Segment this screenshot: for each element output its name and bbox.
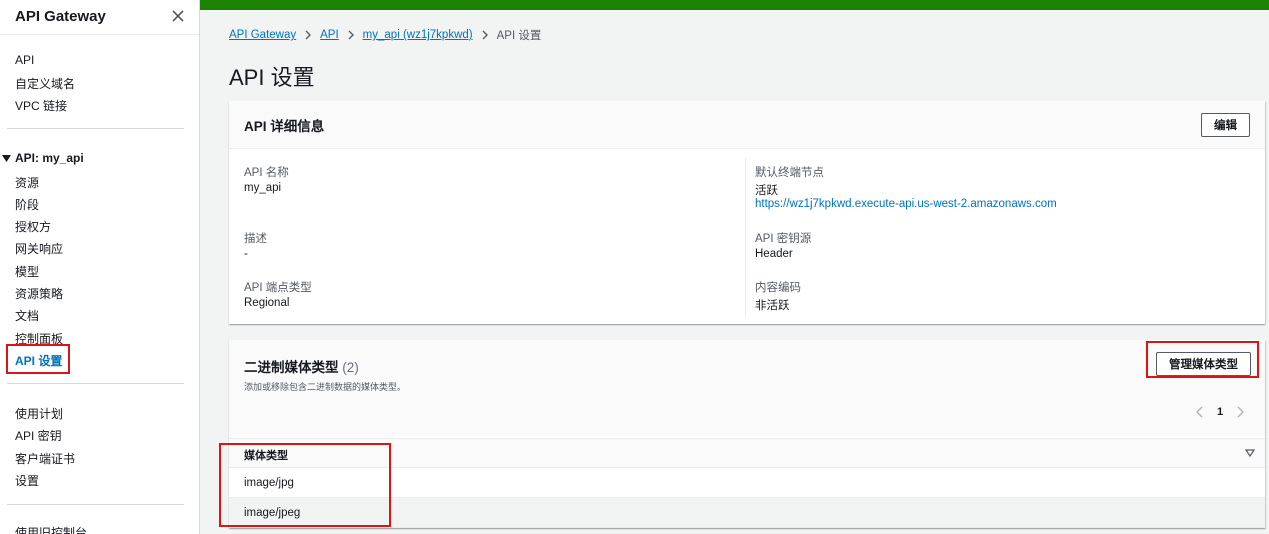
sidebar-item-resource-policy[interactable]: 资源策略	[15, 285, 63, 302]
api-details-header: API 详细信息 编辑	[229, 101, 1265, 149]
sidebar-item-legacy-console[interactable]: 使用旧控制台	[15, 524, 87, 534]
sidebar-item-authorizers[interactable]: 授权方	[15, 218, 51, 235]
page-number[interactable]: 1	[1217, 406, 1223, 418]
api-key-source-value: Header	[755, 248, 793, 260]
caret-down-icon	[2, 154, 11, 162]
api-name-label: API 名称	[244, 167, 289, 179]
breadcrumb: API Gateway API my_api (wz1j7kpkwd) API …	[229, 27, 541, 43]
chevron-right-icon	[348, 30, 354, 40]
binary-media-types-title: 二进制媒体类型 (2)	[244, 356, 359, 376]
default-endpoint-status: 活跃	[755, 185, 778, 197]
highlight-box-media-types	[219, 443, 391, 527]
endpoint-type-label: API 端点类型	[244, 282, 312, 294]
default-endpoint-url[interactable]: https://wz1j7kpkwd.execute-api.us-west-2…	[755, 198, 1057, 210]
breadcrumb-api-gateway[interactable]: API Gateway	[229, 29, 296, 41]
chevron-right-icon	[482, 30, 488, 40]
page-title: API 设置	[229, 65, 315, 90]
sidebar-item-resources[interactable]: 资源	[15, 174, 39, 191]
binary-media-types-title-text: 二进制媒体类型	[244, 360, 339, 375]
sidebar-title: API Gateway	[15, 7, 106, 25]
highlight-box-manage-button	[1146, 341, 1259, 378]
sidebar: API Gateway API 自定义域名 VPC 链接 API: my_api…	[0, 0, 200, 534]
breadcrumb-current: API 设置	[496, 30, 542, 42]
content-encoding-value: 非活跃	[755, 300, 790, 312]
sidebar-item-models[interactable]: 模型	[15, 263, 39, 280]
api-name-value: my_api	[244, 182, 282, 194]
sidebar-item-vpc-links[interactable]: VPC 链接	[15, 97, 67, 114]
sidebar-item-client-certificates[interactable]: 客户端证书	[15, 450, 75, 467]
chevron-left-icon[interactable]	[1195, 406, 1205, 418]
sidebar-item-settings[interactable]: 设置	[15, 472, 39, 489]
chevron-right-icon	[305, 30, 312, 40]
sidebar-divider	[7, 128, 184, 129]
top-status-bar	[200, 0, 1269, 10]
close-icon[interactable]	[171, 9, 185, 23]
api-details-title: API 详细信息	[244, 118, 325, 134]
sidebar-item-gateway-responses[interactable]: 网关响应	[15, 240, 63, 257]
sidebar-divider	[7, 383, 184, 384]
sidebar-item-documentation[interactable]: 文档	[15, 307, 39, 324]
breadcrumb-my-api[interactable]: my_api (wz1j7kpkwd)	[363, 29, 473, 41]
sidebar-item-api[interactable]: API	[15, 53, 34, 67]
api-details-card: API 详细信息 编辑 API 名称 my_api 描述 - API 端点类型 …	[229, 101, 1265, 324]
edit-button[interactable]: 编辑	[1201, 112, 1250, 137]
sidebar-group-label: API: my_api	[15, 151, 84, 165]
chevron-right-icon[interactable]	[1235, 406, 1245, 418]
binary-media-types-count: (2)	[342, 360, 359, 375]
sidebar-item-custom-domains[interactable]: 自定义域名	[15, 75, 75, 92]
endpoint-type-value: Regional	[244, 297, 290, 309]
content-encoding-label: 内容编码	[755, 282, 801, 294]
description-label: 描述	[244, 233, 267, 245]
sidebar-header-divider	[0, 34, 199, 35]
binary-media-types-description: 添加或移除包含二进制数据的媒体类型。	[244, 382, 407, 392]
sidebar-item-api-keys[interactable]: API 密钥	[15, 427, 62, 444]
highlight-box-sidebar	[6, 344, 70, 374]
sidebar-group-api[interactable]: API: my_api	[2, 151, 84, 165]
sort-down-icon[interactable]	[1245, 448, 1255, 458]
description-value: -	[244, 248, 248, 260]
sidebar-divider	[7, 504, 184, 505]
breadcrumb-api[interactable]: API	[320, 29, 339, 41]
column-divider	[745, 157, 746, 317]
sidebar-header: API Gateway	[0, 4, 199, 28]
default-endpoint-label: 默认终端节点	[755, 167, 824, 179]
sidebar-item-usage-plans[interactable]: 使用计划	[15, 405, 63, 422]
api-key-source-label: API 密钥源	[755, 233, 812, 245]
sidebar-item-stages[interactable]: 阶段	[15, 196, 39, 213]
pagination: 1	[1195, 406, 1245, 418]
